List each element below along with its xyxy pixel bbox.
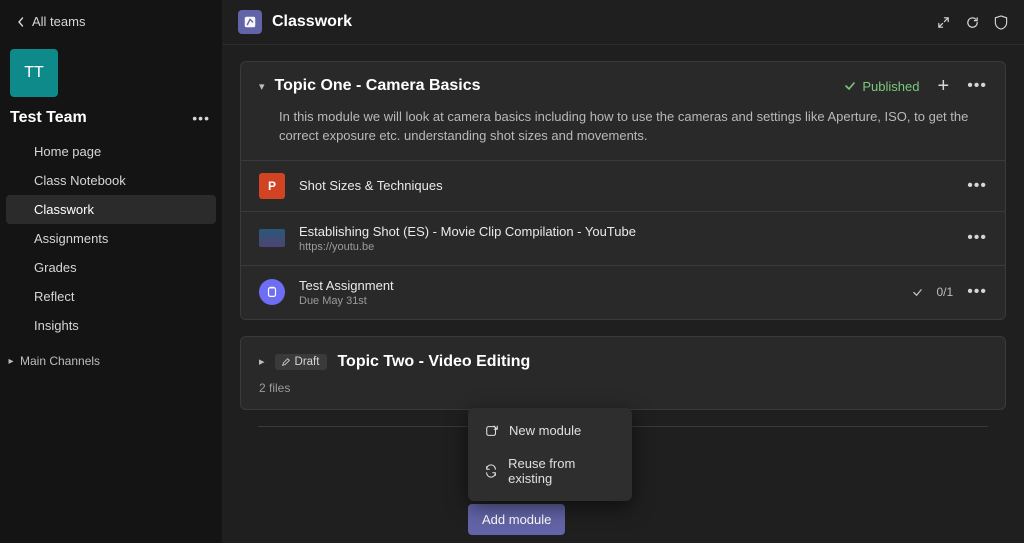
new-module-icon (484, 424, 499, 438)
team-more-icon[interactable]: ••• (192, 110, 210, 126)
module-header: ▸ Draft Topic Two - Video Editing (241, 337, 1005, 377)
module-card-topic-one: ▾ Topic One - Camera Basics Published + … (240, 61, 1006, 320)
resource-row-youtube[interactable]: Establishing Shot (ES) - Movie Clip Comp… (241, 211, 1005, 265)
tab-header: Classwork (222, 0, 1024, 45)
assignment-icon (259, 279, 285, 305)
resource-row-ppt[interactable]: P Shot Sizes & Techniques ••• (241, 161, 1005, 211)
add-module-button[interactable]: Add module (468, 504, 565, 535)
sidebar-channels-toggle[interactable]: ▸ Main Channels (0, 340, 222, 376)
module-description: In this module we will look at camera ba… (241, 104, 1005, 160)
resource-more-icon[interactable]: ••• (967, 229, 987, 247)
chevron-right-icon: ▸ (6, 356, 16, 367)
resource-title: Test Assignment (299, 278, 898, 293)
resource-subtitle: Due May 31st (299, 295, 898, 307)
expand-icon[interactable] (936, 15, 951, 30)
sidebar-nav: Home page Class Notebook Classwork Assig… (0, 137, 222, 340)
pencil-icon (281, 357, 291, 367)
sidebar: All teams TT Test Team ••• Home page Cla… (0, 0, 222, 543)
all-teams-link[interactable]: All teams (0, 4, 222, 43)
assignment-progress: 0/1 (937, 285, 954, 299)
reuse-icon (484, 464, 498, 478)
sidebar-item-insights[interactable]: Insights (6, 311, 216, 340)
module-title[interactable]: Topic One - Camera Basics (275, 77, 835, 95)
module-card-topic-two: ▸ Draft Topic Two - Video Editing 2 file… (240, 336, 1006, 410)
resource-more-icon[interactable]: ••• (967, 177, 987, 195)
resource-row-assignment[interactable]: Test Assignment Due May 31st 0/1 ••• (241, 265, 1005, 319)
sidebar-item-grades[interactable]: Grades (6, 253, 216, 282)
main-area: Classwork ▾ Topic One - Camera Basic (222, 0, 1024, 543)
sidebar-item-classwork[interactable]: Classwork (6, 195, 216, 224)
classwork-app-icon (238, 10, 262, 34)
chevron-left-icon (16, 17, 26, 27)
all-teams-label: All teams (32, 14, 85, 29)
check-icon (844, 80, 856, 92)
sidebar-item-home[interactable]: Home page (6, 137, 216, 166)
team-avatar[interactable]: TT (10, 49, 58, 97)
sidebar-channels-label: Main Channels (20, 354, 100, 368)
module-items: P Shot Sizes & Techniques ••• Establishi… (241, 160, 1005, 319)
team-header-row: Test Team ••• (0, 109, 222, 137)
tab-actions (936, 15, 1008, 30)
sidebar-item-notebook[interactable]: Class Notebook (6, 166, 216, 195)
refresh-icon[interactable] (965, 15, 980, 30)
resource-subtitle: https://youtu.be (299, 241, 953, 253)
add-resource-button[interactable]: + (938, 76, 950, 96)
status-label: Published (862, 79, 919, 94)
resource-title: Establishing Shot (ES) - Movie Clip Comp… (299, 224, 953, 239)
sidebar-item-assignments[interactable]: Assignments (6, 224, 216, 253)
status-published: Published (844, 79, 919, 94)
module-header: ▾ Topic One - Camera Basics Published + … (241, 62, 1005, 104)
menu-item-label: Reuse from existing (508, 456, 616, 486)
module-more-icon[interactable]: ••• (967, 77, 987, 95)
resource-more-icon[interactable]: ••• (967, 283, 987, 301)
check-icon (912, 287, 923, 298)
add-module-menu: New module Reuse from existing (468, 408, 632, 501)
resource-title: Shot Sizes & Techniques (299, 178, 953, 193)
assignment-meta: 0/1 (912, 285, 954, 299)
draft-badge: Draft (275, 354, 328, 370)
team-name: Test Team (10, 109, 87, 127)
caret-right-icon[interactable]: ▸ (259, 355, 265, 368)
shield-icon[interactable] (994, 15, 1008, 30)
sidebar-item-reflect[interactable]: Reflect (6, 282, 216, 311)
draft-label: Draft (295, 356, 320, 368)
powerpoint-icon: P (259, 173, 285, 199)
menu-item-reuse[interactable]: Reuse from existing (468, 447, 632, 495)
menu-item-new-module[interactable]: New module (468, 414, 632, 447)
module-file-count: 2 files (241, 377, 1005, 409)
module-title[interactable]: Topic Two - Video Editing (337, 353, 987, 371)
caret-down-icon[interactable]: ▾ (259, 80, 265, 93)
tab-title: Classwork (272, 13, 352, 31)
menu-item-label: New module (509, 423, 581, 438)
youtube-thumbnail-icon (259, 225, 285, 251)
team-avatar-initials: TT (24, 64, 44, 82)
add-module-label: Add module (482, 512, 551, 527)
